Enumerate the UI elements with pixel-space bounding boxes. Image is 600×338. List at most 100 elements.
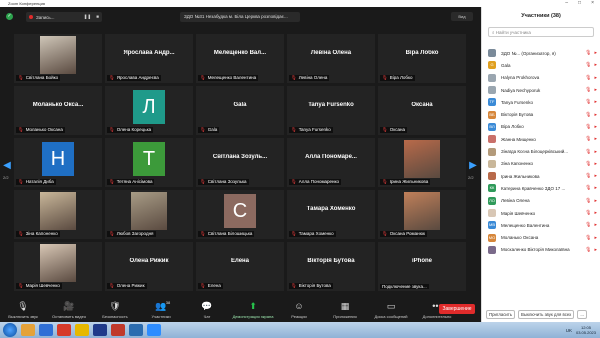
invite-button[interactable]: Пригласить <box>486 310 516 319</box>
muted-mic-icon: 🎙 <box>585 62 592 69</box>
maximize-icon[interactable]: □ <box>578 0 581 7</box>
stop-video-button[interactable]: 🎥 Остановить видео <box>46 298 92 319</box>
toolbar-label: Реакции <box>291 314 307 319</box>
whiteboard-button[interactable]: ▭ Доска сообщений <box>368 298 414 319</box>
muted-mic-icon: 🎙 <box>109 231 115 236</box>
mute-button[interactable]: 🎙 Выключить звук <box>0 298 46 319</box>
muted-mic-icon: 🎙 <box>585 173 592 180</box>
prev-page-icon[interactable]: ◀ <box>2 159 12 173</box>
video-off-icon: ▸ <box>594 111 597 118</box>
muted-mic-icon: 🎙 <box>585 210 592 216</box>
participant-name: Вікторія Бутова <box>501 112 534 118</box>
video-tile[interactable]: 🎙 Марія Шевченко <box>14 242 102 291</box>
word-icon[interactable] <box>129 324 143 336</box>
pause-recording-button[interactable]: ❚❚ <box>84 14 92 20</box>
toolbar-label: Остановить видео <box>51 314 87 319</box>
reactions-button[interactable]: ☺ Реакции <box>276 298 322 319</box>
video-tile[interactable]: Мелещенко Вал... 🎙 Мелещенко Валентина <box>196 34 284 83</box>
explorer-icon[interactable] <box>21 324 35 336</box>
video-tile[interactable]: 🎙 Оксана Романюк <box>378 190 466 239</box>
muted-mic-icon: 🎙 <box>585 123 592 130</box>
language-indicator[interactable]: UK <box>566 328 572 333</box>
mute-all-button[interactable]: Выключить звук для всех <box>518 310 575 319</box>
video-tile[interactable]: Моланько Окса... 🎙 Моланько Оксана <box>14 86 102 135</box>
share-screen-button[interactable]: ⬆ Демонстрация экрана <box>230 298 276 319</box>
video-tile[interactable]: С 🎙 Світлана Білошицька <box>196 190 284 239</box>
participant-name: Моланько Оксана <box>501 235 539 241</box>
tile-display-name: iPhone <box>411 258 432 264</box>
powerpoint-icon[interactable] <box>111 324 125 336</box>
participant-row[interactable]: МО Моланько Оксана 🎙 ▸ <box>482 231 600 243</box>
participant-row[interactable]: КК Катерина Кравченко ЗДО 17 ... 🎙 ▸ <box>482 182 600 194</box>
security-button[interactable]: 🛡 Безопасность <box>92 298 138 319</box>
participant-row[interactable]: ВБ Вікторія Бутова 🎙 ▸ <box>482 108 600 120</box>
chat-button[interactable]: 💬 Чат <box>184 298 230 319</box>
video-tile[interactable]: Тамара Хоменко 🎙 Тамара Хоменко <box>287 190 375 239</box>
muted-mic-icon: 🎙 <box>382 231 388 236</box>
participant-row[interactable]: TF Tanya Fursenko 🎙 ▸ <box>482 96 600 108</box>
participant-row[interactable]: ВЛ Віра Лобко 🎙 ▸ <box>482 121 600 133</box>
clock[interactable]: 12:05 03.05.2023 <box>576 325 596 335</box>
view-button[interactable]: Вид <box>451 12 473 21</box>
ie-icon[interactable] <box>39 324 53 336</box>
video-tile[interactable]: Т 🎙 Тетяна Анісімова <box>105 138 193 187</box>
participant-row[interactable]: ЗДО №... (Организатор, я) 🎙 ▸ <box>482 47 600 59</box>
video-tile[interactable]: Tanya Fursenko 🎙 Tanya Fursenko <box>287 86 375 135</box>
participant-row[interactable]: Жанна Мищенко 🎙 ▸ <box>482 133 600 145</box>
page-indicator-right: 2/2 <box>468 175 474 180</box>
video-tile[interactable]: Вікторія Бутова 🎙 Вікторія Бутова <box>287 242 375 291</box>
minimize-icon[interactable]: – <box>565 0 568 7</box>
video-tile[interactable]: Н 🎙 Наталія Диба <box>14 138 102 187</box>
participant-row[interactable]: Halyna Prokhorova 🎙 ▸ <box>482 72 600 84</box>
participant-row[interactable]: G Gala 🎙 ▸ <box>482 59 600 71</box>
tile-video-image <box>40 192 76 230</box>
video-tile[interactable]: Оксана 🎙 Оксана <box>378 86 466 135</box>
participants-button[interactable]: 👥 Участники 38 <box>138 298 184 319</box>
video-tile[interactable]: Світлана Зозуль... 🎙 Світлана Зозулька <box>196 138 284 187</box>
apps-icon: ▦ <box>340 301 350 311</box>
chrome-icon[interactable] <box>75 324 89 336</box>
opera-icon[interactable] <box>57 324 71 336</box>
page-indicator-left: 2/2 <box>3 175 9 180</box>
security-icon: 🛡 <box>109 301 121 311</box>
participant-row[interactable]: ЛО Левіна Олена 🎙 ▸ <box>482 195 600 207</box>
more-options-button[interactable]: ... <box>577 310 587 319</box>
video-tile[interactable]: iPhone Подключение звука... <box>378 242 466 291</box>
participant-avatar <box>488 172 496 181</box>
video-tile[interactable]: Gala 🎙 Gala <box>196 86 284 135</box>
stop-recording-button[interactable]: ■ <box>96 14 99 20</box>
video-tile[interactable]: 🎙 Зіна Капоненко <box>14 190 102 239</box>
apps-button[interactable]: ▦ Приложения <box>322 298 368 319</box>
tile-avatar: С <box>224 194 256 228</box>
toolbar-label: Доска сообщений <box>374 314 408 319</box>
participant-row[interactable]: Зінаїда Ксєна Білоцерківський... 🎙 ▸ <box>482 145 600 157</box>
toolbar-label: Дополнительно <box>422 314 452 319</box>
video-tile[interactable]: Алла Пономаре... 🎙 Алла Пономаренко <box>287 138 375 187</box>
video-off-icon: ▸ <box>594 222 597 229</box>
shield-icon[interactable]: ✓ <box>6 13 13 20</box>
video-tile[interactable]: Елена 🎙 Елена <box>196 242 284 291</box>
participant-row[interactable]: Nadiya Nechyporuk 🎙 ▸ <box>482 84 600 96</box>
video-tile[interactable]: 🎙 Ірина Жильникова <box>378 138 466 187</box>
video-tile[interactable]: Олена Рижик 🎙 Олена Рижик <box>105 242 193 291</box>
close-icon[interactable]: × <box>591 0 594 7</box>
video-tile[interactable]: 🎙 Світлана Бойко <box>14 34 102 83</box>
start-button[interactable] <box>3 323 17 337</box>
participant-row[interactable]: МВ Мелещенко Валентина 🎙 ▸ <box>482 219 600 231</box>
tile-avatar: Т <box>133 142 165 176</box>
video-tile[interactable]: Ярослава Андр... 🎙 Ярослава Андреєва <box>105 34 193 83</box>
video-tile[interactable]: Віра Лобко 🎙 Віра Лобко <box>378 34 466 83</box>
zoom-taskbar-icon[interactable] <box>147 324 161 336</box>
photoshop-icon[interactable] <box>93 324 107 336</box>
end-meeting-button[interactable]: Завершение <box>439 304 475 314</box>
next-page-icon[interactable]: ▶ <box>468 159 478 173</box>
video-tile[interactable]: Л 🎙 Олена Корецька <box>105 86 193 135</box>
participant-row[interactable]: Москаленко Вікторія Миколаївна 🎙 ▸ <box>482 244 600 256</box>
participant-search-input[interactable]: ⌕ Найти участника <box>488 27 594 37</box>
video-tile[interactable]: 🎙 Любов Загородня <box>105 190 193 239</box>
participant-row[interactable]: Зіна Капоненко 🎙 ▸ <box>482 158 600 170</box>
muted-mic-icon: 🎙 <box>382 127 388 132</box>
participant-row[interactable]: Марія Шевченко 🎙 ▸ <box>482 207 600 219</box>
video-tile[interactable]: Левіна Олена 🎙 Левіна Олена <box>287 34 375 83</box>
participant-row[interactable]: Ірина Жильникова 🎙 ▸ <box>482 170 600 182</box>
